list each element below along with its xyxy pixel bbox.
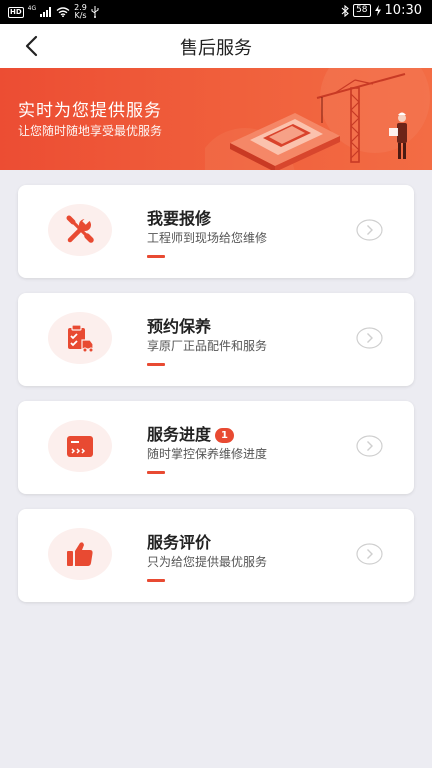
construction-illustration — [205, 68, 430, 170]
status-bar: HD 4G 2.9 K/s 58 10:30 — [0, 0, 432, 24]
speed-unit: K/s — [74, 11, 87, 20]
status-right: 58 10:30 — [341, 3, 422, 18]
card-description: 工程师到现场给您维修 — [147, 231, 268, 245]
chevron-right-circle-icon[interactable] — [356, 327, 383, 349]
nav-bar: 售后服务 — [0, 24, 432, 68]
charging-icon — [374, 5, 381, 16]
card-accent-bar — [147, 363, 165, 366]
bluetooth-icon — [341, 4, 349, 17]
chevron-right-circle-icon[interactable] — [356, 219, 383, 241]
repair-icon-circle — [48, 204, 112, 256]
status-left: HD 4G 2.9 K/s — [8, 4, 99, 20]
card-description: 享原厂正品配件和服务 — [147, 339, 268, 353]
page-title: 售后服务 — [180, 38, 252, 59]
card-accent-bar — [147, 579, 165, 582]
card-accent-bar — [147, 471, 165, 474]
service-card-review[interactable]: 服务评价 只为给您提供最优服务 — [18, 509, 414, 602]
thumbs-up-icon — [67, 542, 93, 566]
clipboard-truck-icon — [68, 324, 94, 353]
review-icon-circle — [48, 528, 112, 580]
notification-badge: 1 — [215, 428, 235, 443]
chevron-right-circle-icon[interactable] — [356, 543, 383, 565]
network-speed: 2.9 K/s — [74, 4, 87, 20]
service-card-maintenance[interactable]: 预约保养 享原厂正品配件和服务 — [18, 293, 414, 386]
status-time: 10:30 — [384, 3, 422, 18]
hd-indicator: HD — [8, 6, 24, 18]
card-title-text: 服务评价 — [147, 533, 212, 552]
card-accent-bar — [147, 255, 165, 258]
card-title-text: 预约保养 — [147, 317, 212, 336]
service-card-progress[interactable]: 服务进度 1 随时掌控保养维修进度 — [18, 401, 414, 494]
card-description: 随时掌控保养维修进度 — [147, 447, 268, 461]
battery-level: 58 — [353, 4, 371, 17]
progress-card-icon — [67, 436, 93, 457]
service-card-repair[interactable]: 我要报修 工程师到现场给您维修 — [18, 185, 414, 278]
chevron-right-circle-icon[interactable] — [356, 435, 383, 457]
card-title: 预约保养 — [147, 313, 211, 337]
banner-title: 实时为您提供服务 — [18, 101, 162, 121]
card-title: 服务评价 — [147, 529, 211, 553]
usb-icon — [91, 6, 99, 18]
card-title-text: 我要报修 — [147, 209, 212, 228]
progress-icon-circle — [48, 420, 112, 472]
wrench-screwdriver-icon — [66, 215, 94, 243]
card-description: 只为给您提供最优服务 — [147, 555, 268, 569]
service-banner: 实时为您提供服务 让您随时随地享受最优服务 — [0, 68, 432, 170]
card-title: 我要报修 — [147, 205, 211, 229]
network-type: 4G — [27, 4, 37, 12]
signal-icon — [40, 7, 52, 17]
maintenance-icon-circle — [48, 312, 112, 364]
card-title-text: 服务进度 — [147, 425, 212, 444]
wifi-icon — [56, 7, 70, 17]
banner-subtitle: 让您随时随地享受最优服务 — [18, 124, 163, 138]
card-title: 服务进度 1 — [147, 421, 235, 445]
